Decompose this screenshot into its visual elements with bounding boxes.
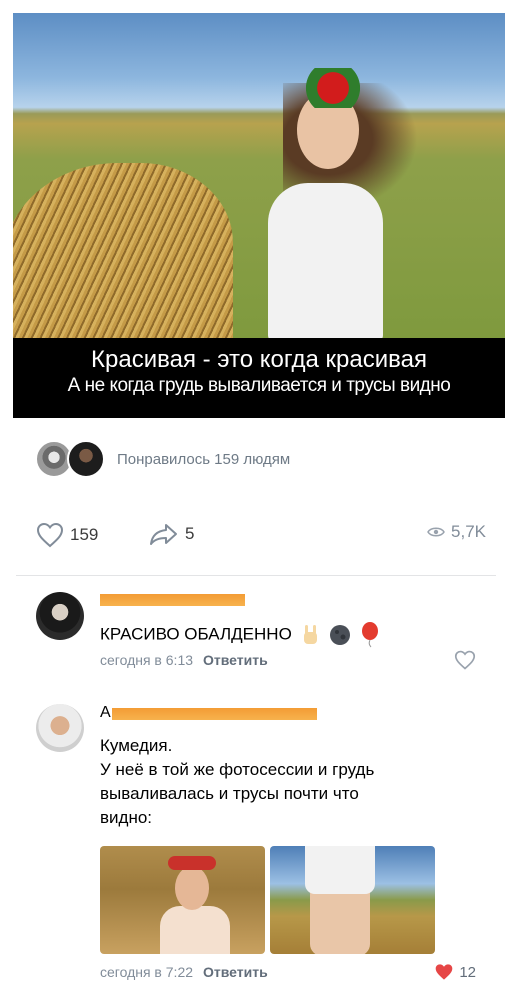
- comment-line: вываливалась и трусы почти что: [100, 784, 359, 803]
- commenter-avatar[interactable]: [36, 704, 84, 752]
- heart-icon: [36, 522, 64, 548]
- comment-time: сегодня в 6:13: [100, 652, 194, 668]
- post-stats: 159 5 5,7K: [36, 522, 486, 552]
- black-moon-emoji-icon: [330, 625, 351, 645]
- red-balloon-emoji-icon: [362, 622, 378, 648]
- views-count: 5,7K: [451, 522, 486, 541]
- comment-line: У неё в той же фотосессии и грудь: [100, 760, 375, 779]
- likes-count: 159: [70, 525, 99, 544]
- liked-by-text: Понравилось 159 людям: [117, 450, 291, 468]
- comment-like-button[interactable]: 12: [434, 963, 476, 981]
- heart-icon: [454, 650, 476, 670]
- views-counter: 5,7K: [427, 522, 486, 542]
- caption-line-1: Красивая - это когда красивая: [91, 346, 427, 373]
- divider: [16, 575, 496, 576]
- post-photo[interactable]: [13, 13, 505, 338]
- avatar: [67, 440, 105, 478]
- commenter-avatar[interactable]: [36, 592, 84, 640]
- share-arrow-icon: [150, 524, 177, 545]
- redacted-author-name: [100, 594, 245, 606]
- rock-hand-emoji-icon: [303, 625, 317, 644]
- comment-likes-count: 12: [459, 963, 476, 981]
- comment-like-button[interactable]: [454, 650, 476, 670]
- photo-figure: [160, 906, 230, 954]
- photo-caption: Красивая - это когда красивая А не когда…: [13, 338, 505, 418]
- comment-text: КРАСИВО ОБАЛДЕННО: [100, 624, 292, 644]
- caption-line-2: А не когда грудь вываливается и трусы ви…: [67, 375, 451, 396]
- photo-face: [175, 866, 209, 910]
- heart-filled-icon: [436, 964, 453, 980]
- flower-wreath: [293, 68, 373, 108]
- attached-photo[interactable]: [100, 846, 265, 954]
- reply-button[interactable]: Ответить: [203, 652, 268, 668]
- photo-dress: [305, 846, 375, 894]
- comment-meta: сегодня в 6:13 Ответить: [100, 652, 268, 668]
- liked-by-row[interactable]: Понравилось 159 людям: [35, 440, 290, 478]
- comment-text: Кумедия. У неё в той же фотосессии и гру…: [100, 734, 374, 830]
- comment-text-row: КРАСИВО ОБАЛДЕННО: [100, 622, 380, 648]
- eye-icon: [427, 527, 445, 537]
- share-button[interactable]: 5: [149, 522, 194, 546]
- photo-wreath: [168, 856, 216, 870]
- haystack: [13, 163, 233, 338]
- white-dress: [268, 183, 383, 338]
- comment-line: Кумедия.: [100, 736, 173, 755]
- reply-button[interactable]: Ответить: [203, 964, 268, 980]
- redacted-author-name: [112, 708, 317, 720]
- attached-photo[interactable]: [270, 846, 435, 954]
- comment-time: сегодня в 7:22: [100, 964, 194, 980]
- like-button[interactable]: 159: [36, 522, 98, 548]
- comment-line: видно:: [100, 808, 153, 827]
- author-initial: А: [100, 704, 111, 721]
- comment-meta: сегодня в 7:22 Ответить: [100, 964, 268, 980]
- comment: КРАСИВО ОБАЛДЕННО сегодня в 6:13 Ответит…: [36, 592, 476, 672]
- shares-count: 5: [185, 524, 195, 543]
